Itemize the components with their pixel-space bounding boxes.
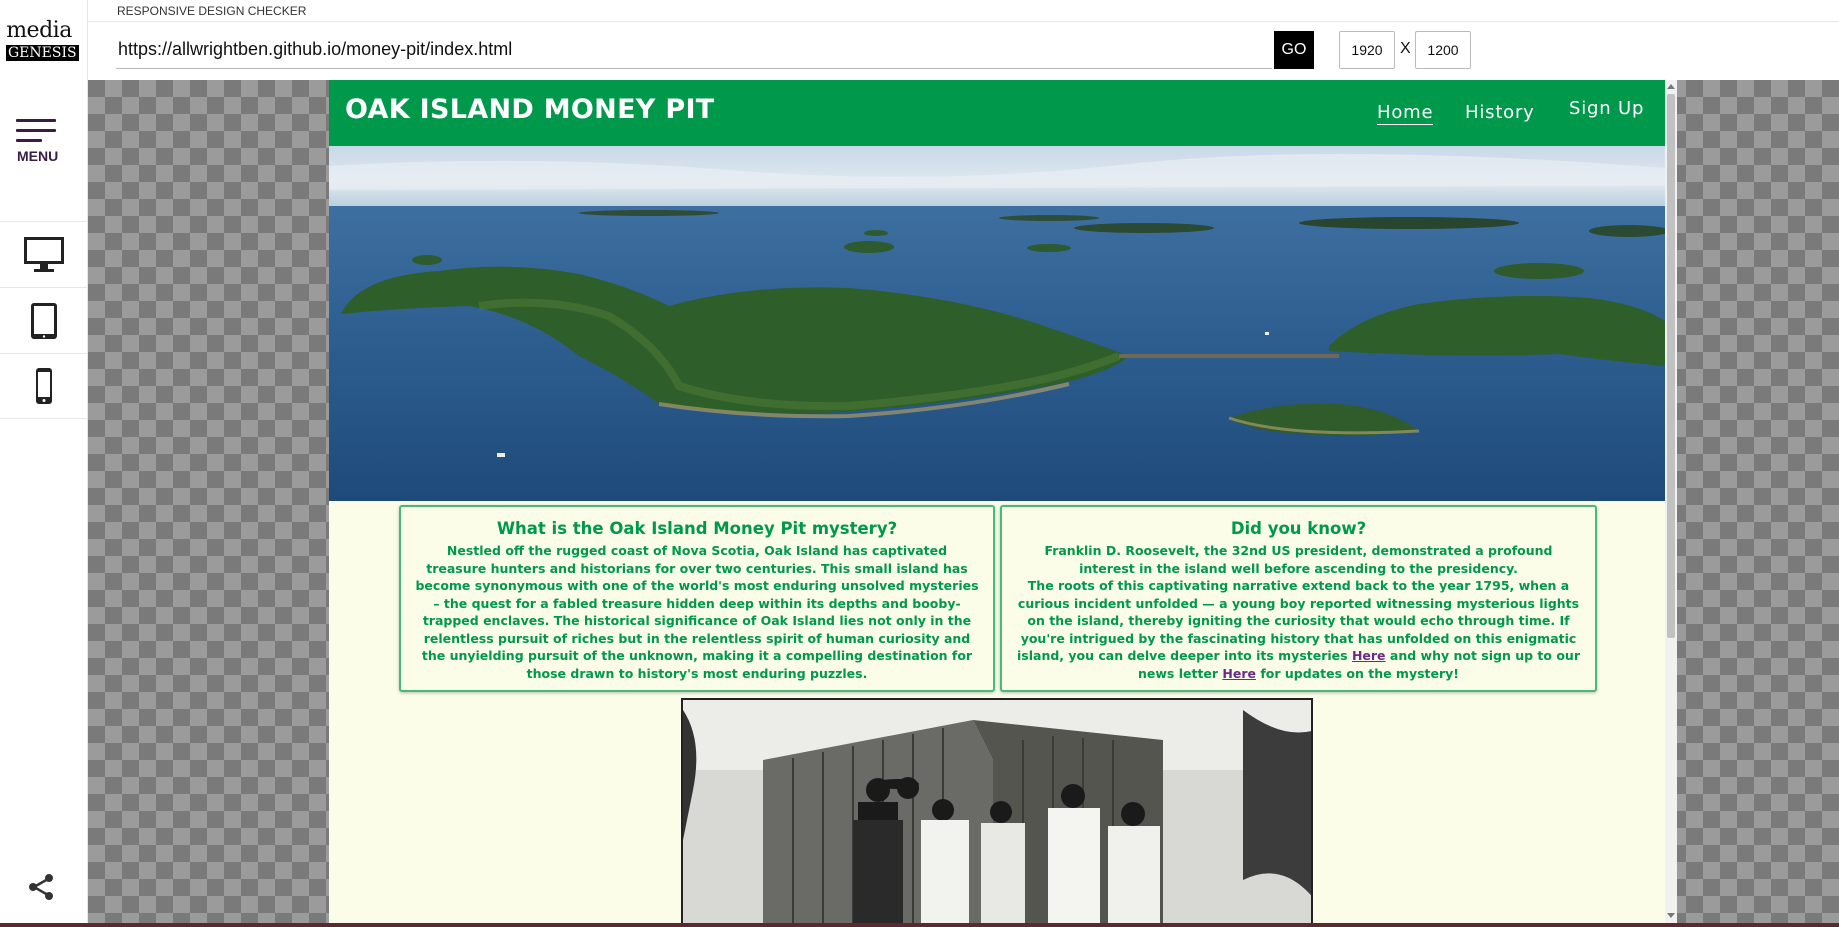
card-title: What is the Oak Island Money Pit mystery… [496, 519, 898, 538]
left-sidebar: media GENESIS MENU [0, 0, 88, 927]
media-genesis-logo[interactable]: media GENESIS [6, 18, 79, 61]
hamburger-icon [16, 119, 56, 122]
updates-text: for updates on the mystery! [1256, 665, 1460, 681]
nav-history-link[interactable]: History [1465, 102, 1535, 123]
card-title: Did you know? [1230, 519, 1367, 538]
scroll-up-icon[interactable] [1667, 84, 1675, 89]
scrollbar-thumb[interactable] [1667, 94, 1675, 638]
nav-home-link[interactable]: Home [1377, 102, 1434, 125]
desktop-icon [24, 236, 64, 272]
nav-signup-link[interactable]: Sign Up [1569, 98, 1644, 119]
fact-text: Franklin D. Roosevelt, the 32nd US presi… [1044, 543, 1553, 576]
preview-scrollbar[interactable] [1665, 80, 1677, 923]
share-button[interactable] [26, 872, 56, 902]
divider [88, 21, 1839, 22]
height-input[interactable] [1415, 31, 1471, 69]
width-input[interactable] [1339, 31, 1395, 69]
scroll-down-icon[interactable] [1667, 913, 1675, 918]
site-logo[interactable]: OAK ISLAND MONEY PIT [345, 94, 715, 125]
logo-text-top: media [6, 18, 72, 43]
app-title: RESPONSIVE DESIGN CHECKER [117, 4, 307, 18]
menu-label: MENU [17, 148, 59, 164]
url-input[interactable] [116, 31, 1272, 69]
card-text: Franklin D. Roosevelt, the 32nd US presi… [1016, 542, 1581, 682]
logo-text-bottom: GENESIS [6, 45, 79, 61]
preview-canvas: OAK ISLAND MONEY PIT Home History Sign U… [88, 80, 1839, 923]
share-icon [29, 874, 53, 900]
newsletter-link[interactable]: Here [1222, 666, 1256, 681]
tablet-view-button[interactable] [0, 287, 88, 353]
site-header: OAK ISLAND MONEY PIT Home History Sign U… [329, 80, 1665, 146]
mobile-icon [36, 368, 52, 404]
hamburger-icon-bar [16, 129, 56, 132]
did-you-know-card: Did you know? Franklin D. Roosevelt, the… [1000, 505, 1597, 692]
tablet-icon [31, 302, 57, 339]
history-page-link[interactable]: Here [1352, 648, 1386, 663]
hamburger-icon-bar [16, 139, 42, 142]
hero-island-image [329, 146, 1665, 501]
dimension-separator: X [1400, 40, 1411, 57]
top-toolbar: RESPONSIVE DESIGN CHECKER GO X [88, 0, 1839, 80]
go-button[interactable]: GO [1274, 31, 1314, 69]
bottom-strip [0, 923, 1839, 927]
mystery-info-card: What is the Oak Island Money Pit mystery… [399, 505, 995, 692]
mobile-view-button[interactable] [0, 353, 88, 419]
historic-photo [681, 698, 1313, 923]
menu-button[interactable]: MENU [12, 115, 62, 167]
website-preview[interactable]: OAK ISLAND MONEY PIT Home History Sign U… [329, 80, 1665, 923]
card-text: Nestled off the rugged coast of Nova Sco… [415, 543, 979, 681]
desktop-view-button[interactable] [0, 221, 88, 287]
